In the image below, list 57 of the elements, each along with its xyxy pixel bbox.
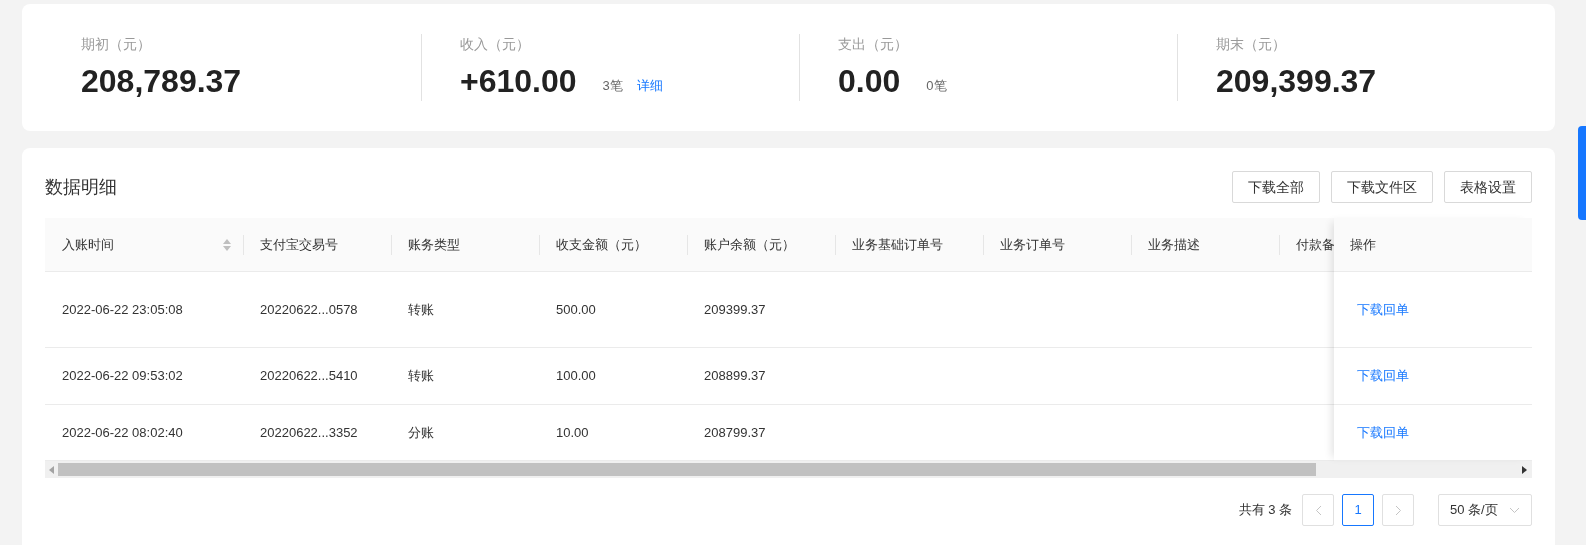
table-cell-text: 208799.37	[704, 423, 766, 442]
stat-value: 209,399.37	[1216, 62, 1377, 101]
stat-label: 收入（元）	[460, 35, 531, 54]
toolbar-button[interactable]: 表格设置	[1444, 171, 1532, 203]
table-cell-text: 20220622...0578	[260, 300, 358, 319]
toolbar-button[interactable]: 下载全部	[1232, 171, 1320, 203]
side-tab[interactable]	[1578, 126, 1586, 220]
section-title: 数据明细	[45, 175, 117, 199]
scroll-left-icon[interactable]	[49, 465, 54, 474]
scroll-right-icon[interactable]	[1522, 465, 1527, 474]
stat-value: 0.00	[838, 62, 901, 101]
total-count: 共有 3 条	[1238, 501, 1292, 520]
stat-count: 0笔	[926, 76, 947, 95]
chevron-down-icon	[1509, 506, 1520, 514]
scrollbar-thumb[interactable]	[58, 463, 1316, 476]
chevron-left-icon	[1314, 504, 1322, 516]
column-header: 业务基础订单号	[852, 235, 944, 254]
download-receipt-link[interactable]: 下载回单	[1357, 299, 1409, 320]
table-cell-text: 2022-06-22 09:53:02	[62, 367, 183, 386]
table-cell-text: 分账	[408, 423, 434, 442]
next-page-button[interactable]	[1382, 494, 1414, 526]
download-receipt-link[interactable]: 下载回单	[1357, 422, 1409, 443]
column-header: 付款备	[1296, 235, 1334, 254]
table-cell-text: 2022-06-22 08:02:40	[62, 423, 183, 442]
table-cell-text: 208899.37	[704, 367, 766, 386]
table-cell-text: 10.00	[556, 423, 589, 442]
table-cell-text: 转账	[408, 300, 434, 319]
sort-icon[interactable]	[223, 238, 231, 251]
table-cell-text: 2022-06-22 23:05:08	[62, 300, 183, 319]
stat-label: 期初（元）	[81, 35, 152, 54]
table-cell-text: 500.00	[556, 300, 596, 319]
stat-label: 期末（元）	[1216, 35, 1287, 54]
table-cell-text: 100.00	[556, 367, 596, 386]
table-cell-text: 20220622...5410	[260, 367, 358, 386]
page-button[interactable]: 1	[1342, 494, 1374, 526]
horizontal-scrollbar[interactable]	[45, 461, 1532, 478]
chevron-right-icon	[1394, 504, 1402, 516]
stat-value: +610.00	[460, 62, 577, 101]
stat-label: 支出（元）	[838, 35, 909, 54]
column-header: 操作	[1350, 235, 1376, 254]
column-header: 收支金额（元）	[556, 235, 648, 254]
column-header: 业务描述	[1148, 235, 1201, 254]
column-header: 账户余额（元）	[704, 235, 796, 254]
column-header: 支付宝交易号	[260, 235, 339, 254]
table-cell-text: 209399.37	[704, 300, 766, 319]
column-header: 账务类型	[408, 235, 461, 254]
table-cell-text: 20220622...3352	[260, 423, 358, 442]
column-header: 业务订单号	[1000, 235, 1066, 254]
column-header: 入账时间	[62, 235, 115, 254]
page-size-select[interactable]: 50 条/页	[1438, 494, 1532, 526]
stat-count: 3笔	[602, 76, 623, 95]
detail-link[interactable]: 详细	[636, 75, 663, 95]
toolbar-button[interactable]: 下载文件区	[1331, 171, 1433, 203]
stat-value: 208,789.37	[81, 62, 242, 101]
prev-page-button[interactable]	[1302, 494, 1334, 526]
table-cell-text: 转账	[408, 367, 434, 386]
download-receipt-link[interactable]: 下载回单	[1357, 366, 1409, 386]
